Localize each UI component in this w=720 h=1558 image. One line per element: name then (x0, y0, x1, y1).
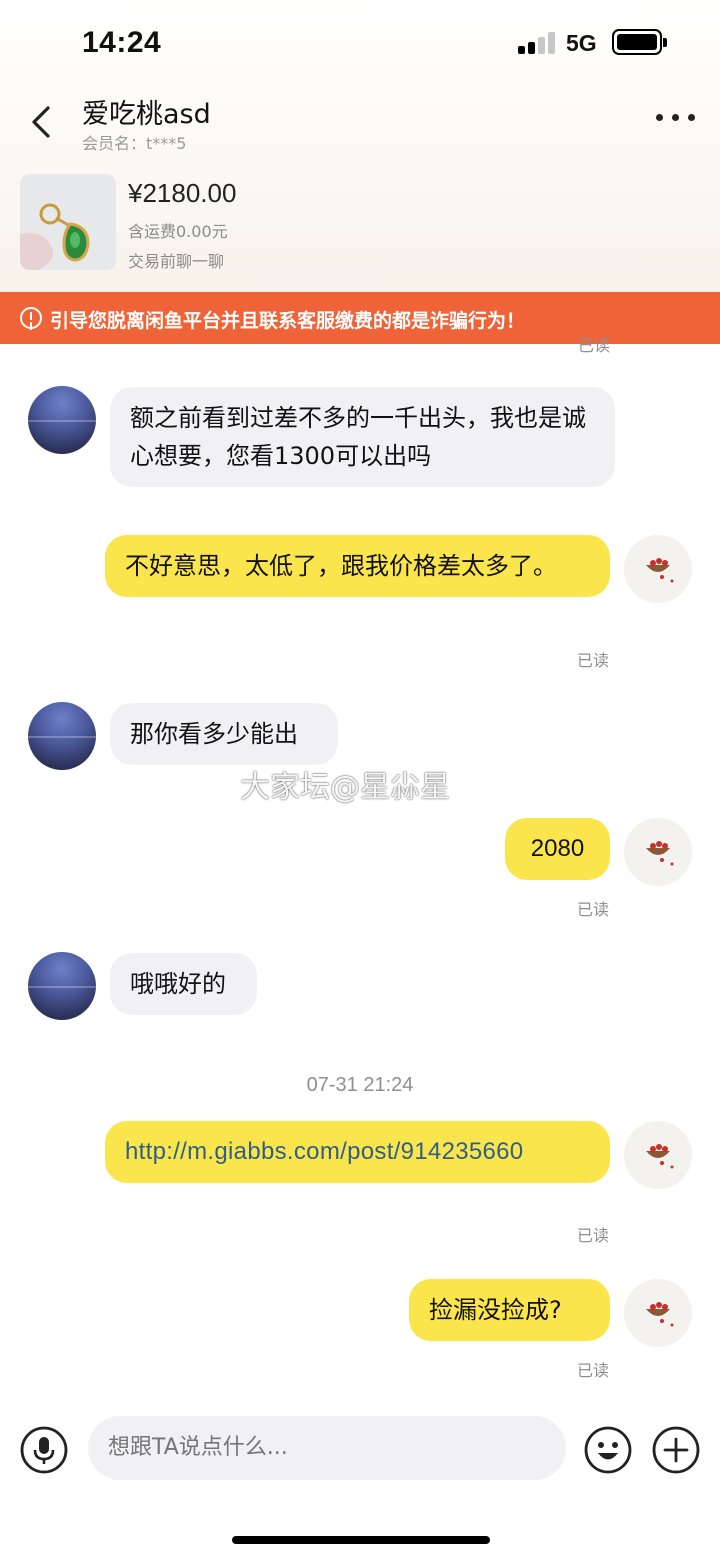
message-bubble[interactable]: 捡漏没捡成? (409, 1279, 610, 1341)
product-card[interactable]: ¥2180.00 含运费0.00元 交易前聊一聊 (20, 174, 700, 272)
read-receipt: 已读 (577, 900, 610, 919)
chat-header: 爱吃桃asd 会员名：t***5 (0, 88, 720, 158)
status-time: 14:24 (82, 26, 162, 59)
peer-avatar[interactable] (28, 952, 96, 1020)
link-message-bubble[interactable]: http://m.giabbs.com/post/914235660 (105, 1121, 610, 1183)
product-shipping: 含运费0.00元 (128, 222, 228, 241)
back-icon[interactable] (28, 102, 56, 142)
message-bubble[interactable]: 2080 (505, 818, 610, 880)
fraud-warning-banner: 引导您脱离闲鱼平台并且联系客服缴费的都是诈骗行为！ (0, 292, 720, 344)
bowl-avatar-image (624, 1279, 692, 1347)
message-timestamp: 07-31 21:24 (306, 1074, 414, 1096)
input-bar (0, 1410, 720, 1490)
status-bar: 14:24 5G (0, 0, 720, 88)
more-icon[interactable] (656, 114, 696, 124)
product-price: ¥2180.00 (128, 178, 237, 208)
home-indicator (232, 1536, 490, 1544)
member-name: 会员名：t***5 (82, 134, 187, 153)
read-receipt: 已读 (577, 1361, 610, 1380)
read-receipt: 已读 (577, 1226, 610, 1245)
pendant-image (20, 174, 116, 270)
read-receipt: 已读 (577, 336, 610, 355)
contact-name: 爱吃桃asd (82, 99, 211, 130)
peer-avatar[interactable] (28, 386, 96, 454)
battery-icon (612, 29, 667, 55)
watermark: 大家坛@星尛星 (240, 770, 450, 805)
message-list[interactable]: 已读 额之前看到过差不多的一千出头，我也是诚心想要，您看1300可以出吗 不好意… (0, 336, 720, 1394)
product-chat-hint: 交易前聊一聊 (128, 252, 225, 271)
my-avatar[interactable] (624, 1121, 692, 1189)
network-label: 5G (566, 30, 597, 56)
emoji-icon[interactable] (584, 1426, 632, 1474)
product-thumbnail[interactable] (20, 174, 116, 270)
message-bubble[interactable]: 不好意思，太低了，跟我价格差太多了。 (105, 535, 610, 597)
message-input[interactable] (88, 1416, 566, 1480)
message-bubble[interactable]: 额之前看到过差不多的一千出头，我也是诚心想要，您看1300可以出吗 (110, 387, 615, 487)
message-bubble[interactable]: 那你看多少能出 (110, 703, 338, 765)
signal-icon (518, 32, 556, 54)
alert-icon (20, 307, 42, 329)
read-receipt: 已读 (577, 651, 610, 670)
bowl-avatar-image (624, 535, 692, 603)
warning-text: 引导您脱离闲鱼平台并且联系客服缴费的都是诈骗行为！ (50, 310, 526, 332)
bowl-avatar-image (624, 1121, 692, 1189)
my-avatar[interactable] (624, 818, 692, 886)
my-avatar[interactable] (624, 1279, 692, 1347)
mic-icon[interactable] (20, 1426, 68, 1474)
message-bubble[interactable]: 哦哦好的 (110, 953, 257, 1015)
peer-avatar[interactable] (28, 702, 96, 770)
my-avatar[interactable] (624, 535, 692, 603)
bowl-avatar-image (624, 818, 692, 886)
plus-icon[interactable] (652, 1426, 700, 1474)
